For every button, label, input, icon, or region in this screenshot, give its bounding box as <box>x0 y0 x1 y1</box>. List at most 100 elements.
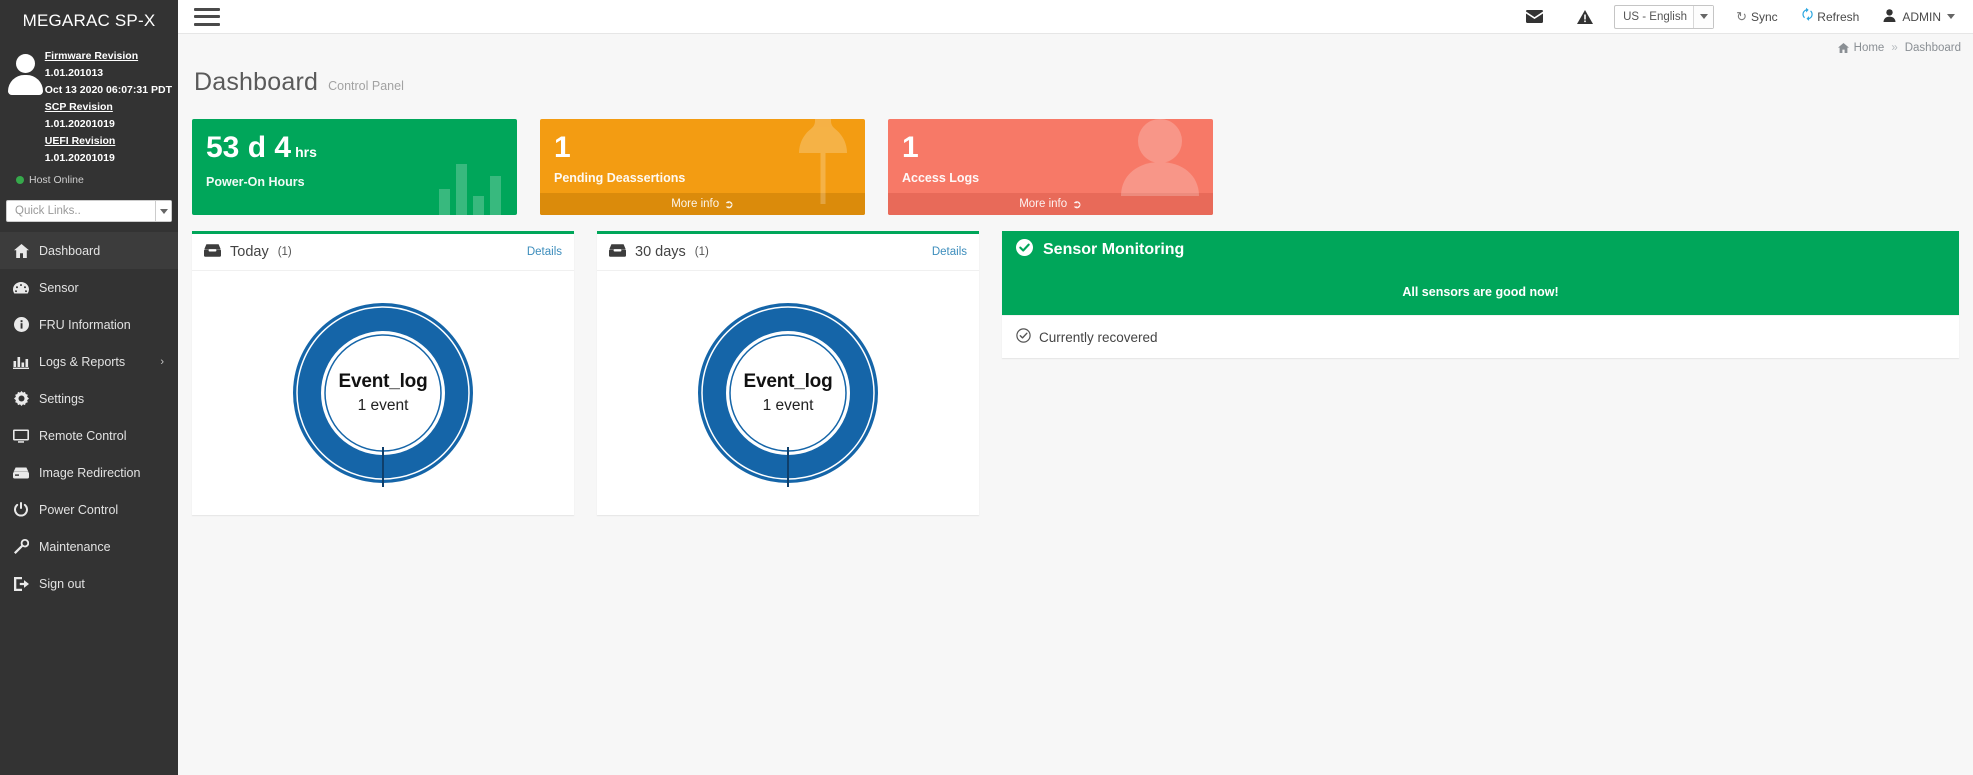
disk-icon <box>13 467 29 479</box>
chevron-down-icon <box>1947 14 1955 19</box>
breadcrumb: Home » Dashboard <box>178 34 1973 62</box>
sidebar-item-logs-reports[interactable]: Logs & Reports› <box>0 343 178 380</box>
sidebar-item-remote-control[interactable]: Remote Control <box>0 417 178 454</box>
monitor-icon <box>13 429 29 443</box>
user-avatar-icon <box>6 54 44 94</box>
stat-card-value: 1 <box>554 131 571 164</box>
info-circle-icon <box>13 317 29 332</box>
bar-chart-icon <box>13 355 29 369</box>
stat-card-power-on-hours[interactable]: 53 d 4hrsPower-On Hours <box>192 119 517 215</box>
sensor-monitoring-title: Sensor Monitoring <box>1043 241 1184 259</box>
language-select[interactable]: US - English <box>1614 5 1714 29</box>
panel-title-wrap: 30 days (1) <box>609 244 709 261</box>
donut-center-sub: 1 event <box>763 397 814 415</box>
panel-title: Today <box>230 244 269 260</box>
more-info-label: More info <box>671 198 719 210</box>
sign-out-icon <box>13 577 29 591</box>
user-icon <box>1883 9 1896 25</box>
donut-center-sub: 1 event <box>358 397 409 415</box>
breadcrumb-current: Dashboard <box>1905 42 1961 54</box>
uefi-revision-label: UEFI Revision <box>45 133 172 150</box>
sidebar-item-label: FRU Information <box>39 318 131 332</box>
page-title: Dashboard <box>194 68 318 97</box>
host-status: Host Online <box>0 174 178 186</box>
language-value: US - English <box>1615 11 1695 23</box>
check-circle-outline-icon <box>1016 328 1031 346</box>
stat-card-access-logs[interactable]: 1Access LogsMore info➲ <box>888 119 1213 215</box>
dashboard-content: 53 d 4hrsPower-On Hours1Pending Deassert… <box>178 97 1973 515</box>
breadcrumb-home[interactable]: Home <box>1838 42 1885 54</box>
donut-center-title: Event_log <box>339 371 428 393</box>
panel-title: 30 days <box>635 244 686 260</box>
host-status-label: Host Online <box>29 174 84 186</box>
quick-links-select[interactable]: Quick Links.. <box>6 200 172 222</box>
sensor-monitoring-panel: Sensor Monitoring All sensors are good n… <box>1002 231 1959 358</box>
sidebar-item-label: Image Redirection <box>39 466 140 480</box>
sidebar-item-label: Settings <box>39 392 84 406</box>
bar-chart-icon <box>439 154 503 215</box>
refresh-icon: 🗘 <box>1802 6 1814 28</box>
page-header: Dashboard Control Panel <box>178 62 1973 97</box>
sidebar-item-label: Logs & Reports <box>39 355 125 369</box>
inbox-icon <box>609 244 626 261</box>
envelope-icon[interactable] <box>1509 10 1560 23</box>
details-link[interactable]: Details <box>527 246 562 258</box>
firmware-revision-label: Firmware Revision <box>45 48 172 65</box>
firmware-revision-value: 1.01.201013 <box>45 65 172 82</box>
firmware-build-date: Oct 13 2020 06:07:31 PDT <box>45 82 172 99</box>
sensor-monitoring-header: Sensor Monitoring <box>1002 231 1959 269</box>
user-info-block: Firmware Revision 1.01.201013 Oct 13 202… <box>0 38 178 171</box>
menu-toggle-icon[interactable] <box>194 8 220 26</box>
panel-title-wrap: Today(1) <box>204 244 292 261</box>
sidebar-item-label: Dashboard <box>39 244 100 258</box>
panel-header: 30 days (1) Details <box>597 234 979 271</box>
arrow-circle-right-icon: ➲ <box>724 197 734 211</box>
sidebar-nav: Dashboard Sensor FRU Information Logs & Rep… <box>0 232 178 602</box>
quick-links-wrap: Quick Links.. <box>0 186 178 232</box>
event-log-donut[interactable]: Event_log 1 event <box>287 297 479 489</box>
panel-body: Event_log 1 event <box>597 271 979 515</box>
event-log-donut[interactable]: Event_log 1 event <box>692 297 884 489</box>
chevron-down-icon <box>1693 6 1713 28</box>
stat-card-suffix: hrs <box>295 144 317 160</box>
donut-center-labels: Event_log 1 event <box>692 297 884 489</box>
app-root: MEGARAC SP-X Firmware Revision 1.01.2010… <box>0 0 1973 775</box>
page-subtitle: Control Panel <box>328 79 404 93</box>
sync-button[interactable]: ↻ Sync <box>1724 9 1790 25</box>
sidebar-item-image-redirection[interactable]: Image Redirection <box>0 454 178 491</box>
sensor-recovered-label: Currently recovered <box>1039 330 1158 345</box>
refresh-button[interactable]: 🗘 Refresh <box>1790 6 1872 28</box>
topbar-actions: US - English ↻ Sync 🗘 Refresh ADMIN <box>1509 5 1959 29</box>
uefi-revision-value: 1.01.20201019 <box>45 150 172 167</box>
sidebar-item-power-control[interactable]: Power Control <box>0 491 178 528</box>
main-area: US - English ↻ Sync 🗘 Refresh ADMIN <box>178 0 1973 775</box>
sidebar-item-sensor[interactable]: Sensor <box>0 269 178 306</box>
admin-label: ADMIN <box>1902 10 1941 24</box>
stat-card-body: 1Access Logs <box>888 119 1213 193</box>
wrench-icon <box>13 539 29 554</box>
sidebar-item-label: Sensor <box>39 281 79 295</box>
stat-card-value: 53 d 4 <box>206 131 291 164</box>
avatar <box>6 48 45 167</box>
sidebar-item-sign-out[interactable]: Sign out <box>0 565 178 602</box>
sidebar-item-settings[interactable]: Settings <box>0 380 178 417</box>
topbar: US - English ↻ Sync 🗘 Refresh ADMIN <box>178 0 1973 34</box>
warning-icon[interactable] <box>1560 10 1610 24</box>
sensor-status-banner: All sensors are good now! <box>1002 269 1959 315</box>
power-icon <box>13 502 29 517</box>
stat-card-value: 1 <box>902 131 919 164</box>
stat-card-pending-deassertions[interactable]: 1Pending DeassertionsMore info➲ <box>540 119 865 215</box>
sidebar-item-label: Remote Control <box>39 429 127 443</box>
panel-count: (1) <box>695 246 709 258</box>
breadcrumb-home-label: Home <box>1854 42 1885 54</box>
donut-center-labels: Event_log 1 event <box>287 297 479 489</box>
sidebar-item-maintenance[interactable]: Maintenance <box>0 528 178 565</box>
sidebar-item-dashboard[interactable]: Dashboard <box>0 232 178 269</box>
event-log-panel: Today(1) Details Event_log 1 event <box>192 231 574 515</box>
brand-title: MEGARAC SP-X <box>0 4 178 38</box>
donut-center-title: Event_log <box>744 371 833 393</box>
admin-menu[interactable]: ADMIN <box>1871 9 1959 25</box>
details-link[interactable]: Details <box>932 246 967 258</box>
sidebar-item-fru-information[interactable]: FRU Information <box>0 306 178 343</box>
sidebar-item-label: Sign out <box>39 577 85 591</box>
